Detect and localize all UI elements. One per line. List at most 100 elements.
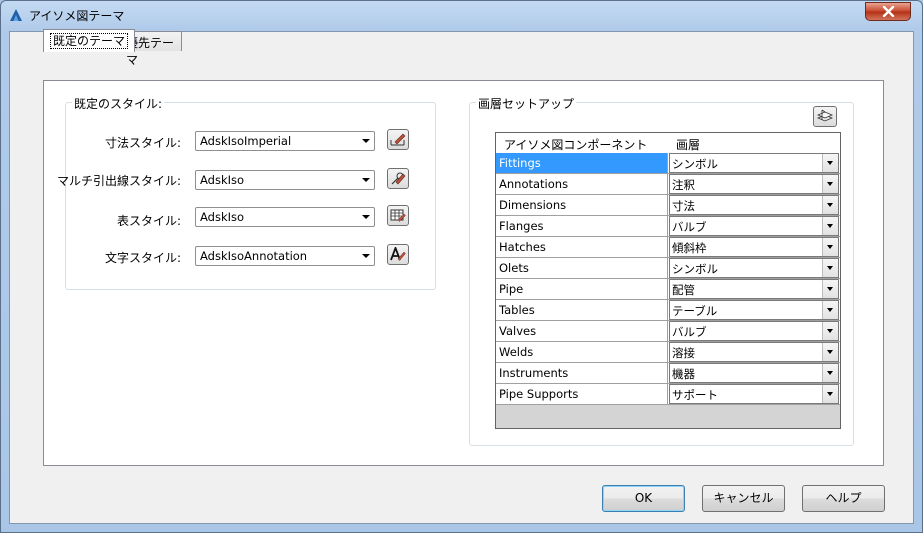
tab-default-theme[interactable]: 既定のテーマ <box>43 29 136 52</box>
layer-properties-icon <box>816 109 834 122</box>
layer-select[interactable]: サポート <box>669 384 839 404</box>
chevron-down-icon <box>827 350 833 354</box>
layer-select[interactable]: 注釈 <box>669 174 839 194</box>
dimension-style-icon <box>390 133 406 146</box>
multileader-style-icon <box>391 172 406 185</box>
dimension-style-value: AdskIsoImperial <box>200 134 292 148</box>
layer-value: サポート <box>672 388 718 402</box>
table-row[interactable]: Dimensions 寸法 <box>496 195 840 216</box>
dialog-window: アイソメ図テーマ 既定のテーマ 優先テーマ 既定のスタイル: 寸法スタイル: A… <box>0 0 923 533</box>
dropdown-button[interactable] <box>822 259 838 277</box>
table-row[interactable]: Annotations 注釈 <box>496 174 840 195</box>
layer-setup-grid: アイソメ図コンポーネント 画層 Fittings シンボル Annotations 注… <box>495 132 841 429</box>
layer-select[interactable]: 溶接 <box>669 342 839 362</box>
component-cell[interactable]: Fittings <box>496 153 668 173</box>
layer-select[interactable]: テーブル <box>669 300 839 320</box>
component-cell[interactable]: Dimensions <box>496 195 668 215</box>
dropdown-button[interactable] <box>822 217 838 235</box>
chevron-down-icon <box>827 224 833 228</box>
chevron-down-icon <box>362 215 370 219</box>
table-row[interactable]: Pipe 配管 <box>496 279 840 300</box>
dimension-style-edit-button[interactable] <box>387 129 409 150</box>
component-cell[interactable]: Instruments <box>496 363 668 383</box>
component-cell[interactable]: Flanges <box>496 216 668 236</box>
table-row[interactable]: Hatches 傾斜枠 <box>496 237 840 258</box>
multileader-style-select[interactable]: AdskIso <box>195 170 375 190</box>
layer-value: シンボル <box>672 262 718 276</box>
chevron-down-icon <box>827 371 833 375</box>
dropdown-button[interactable] <box>822 238 838 256</box>
table-row[interactable]: Tables テーブル <box>496 300 840 321</box>
table-row[interactable]: Pipe Supports サポート <box>496 384 840 405</box>
component-cell[interactable]: Hatches <box>496 237 668 257</box>
table-row[interactable]: Valves バルブ <box>496 321 840 342</box>
table-style-edit-button[interactable] <box>387 205 409 226</box>
layer-value: 傾斜枠 <box>672 241 707 255</box>
table-row[interactable]: Instruments 機器 <box>496 363 840 384</box>
component-cell[interactable]: Annotations <box>496 174 668 194</box>
layer-select[interactable]: 配管 <box>669 279 839 299</box>
dropdown-button[interactable] <box>822 154 838 172</box>
table-row[interactable]: Welds 溶接 <box>496 342 840 363</box>
dropdown-button[interactable] <box>822 301 838 319</box>
layer-select[interactable]: 寸法 <box>669 195 839 215</box>
chevron-down-icon <box>827 245 833 249</box>
app-logo-icon <box>10 9 22 21</box>
dropdown-button[interactable] <box>822 343 838 361</box>
multileader-style-edit-button[interactable] <box>387 168 409 189</box>
dropdown-button[interactable] <box>822 175 838 193</box>
window-title: アイソメ図テーマ <box>29 9 125 23</box>
dropdown-button[interactable] <box>822 196 838 214</box>
table-style-label: 表スタイル: <box>116 214 181 228</box>
chevron-down-icon <box>362 254 370 258</box>
layer-select[interactable]: シンボル <box>669 258 839 278</box>
layer-value: テーブル <box>672 304 718 318</box>
layer-select[interactable]: バルブ <box>669 321 839 341</box>
layer-value: 溶接 <box>672 346 695 360</box>
dimension-style-select[interactable]: AdskIsoImperial <box>195 131 375 151</box>
layer-select[interactable]: 機器 <box>669 363 839 383</box>
layer-value: 寸法 <box>672 199 695 213</box>
dropdown-button[interactable] <box>822 280 838 298</box>
dropdown-button[interactable] <box>822 385 838 403</box>
layer-select[interactable]: バルブ <box>669 216 839 236</box>
layer-properties-button[interactable] <box>813 106 837 127</box>
component-cell[interactable]: Tables <box>496 300 668 320</box>
chevron-down-icon <box>827 266 833 270</box>
component-cell[interactable]: Welds <box>496 342 668 362</box>
help-button[interactable]: ヘルプ <box>802 485 885 512</box>
title-bar[interactable]: アイソメ図テーマ <box>1 1 922 29</box>
table-style-select[interactable]: AdskIso <box>195 207 375 227</box>
chevron-down-icon <box>827 329 833 333</box>
grid-header: アイソメ図コンポーネント 画層 <box>496 133 840 154</box>
table-style-value: AdskIso <box>200 210 245 224</box>
layer-value: バルブ <box>672 325 707 339</box>
close-button[interactable] <box>865 2 911 21</box>
column-header-component: アイソメ図コンポーネント <box>504 138 648 152</box>
text-style-select[interactable]: AdskIsoAnnotation <box>195 246 375 266</box>
text-style-edit-button[interactable] <box>387 244 409 265</box>
component-cell[interactable]: Pipe <box>496 279 668 299</box>
component-cell[interactable]: Valves <box>496 321 668 341</box>
chevron-down-icon <box>362 139 370 143</box>
ok-button[interactable]: OK <box>602 485 685 512</box>
multileader-style-label: マルチ引出線スタイル: <box>56 174 181 188</box>
chevron-down-icon <box>827 287 833 291</box>
layer-value: 機器 <box>672 367 695 381</box>
layer-select[interactable]: 傾斜枠 <box>669 237 839 257</box>
dropdown-button[interactable] <box>822 322 838 340</box>
dropdown-button[interactable] <box>822 364 838 382</box>
close-icon <box>882 6 895 17</box>
cancel-button[interactable]: キャンセル <box>702 485 785 512</box>
table-row[interactable]: Fittings シンボル <box>496 153 840 174</box>
table-row[interactable]: Olets シンボル <box>496 258 840 279</box>
default-styles-title: 既定のスタイル: <box>72 95 165 112</box>
table-row[interactable]: Flanges バルブ <box>496 216 840 237</box>
text-style-value: AdskIsoAnnotation <box>200 249 308 263</box>
component-cell[interactable]: Olets <box>496 258 668 278</box>
layer-value: バルブ <box>672 220 707 234</box>
chevron-down-icon <box>827 161 833 165</box>
layer-value: 配管 <box>672 283 695 297</box>
component-cell[interactable]: Pipe Supports <box>496 384 668 404</box>
layer-select[interactable]: シンボル <box>669 153 839 173</box>
